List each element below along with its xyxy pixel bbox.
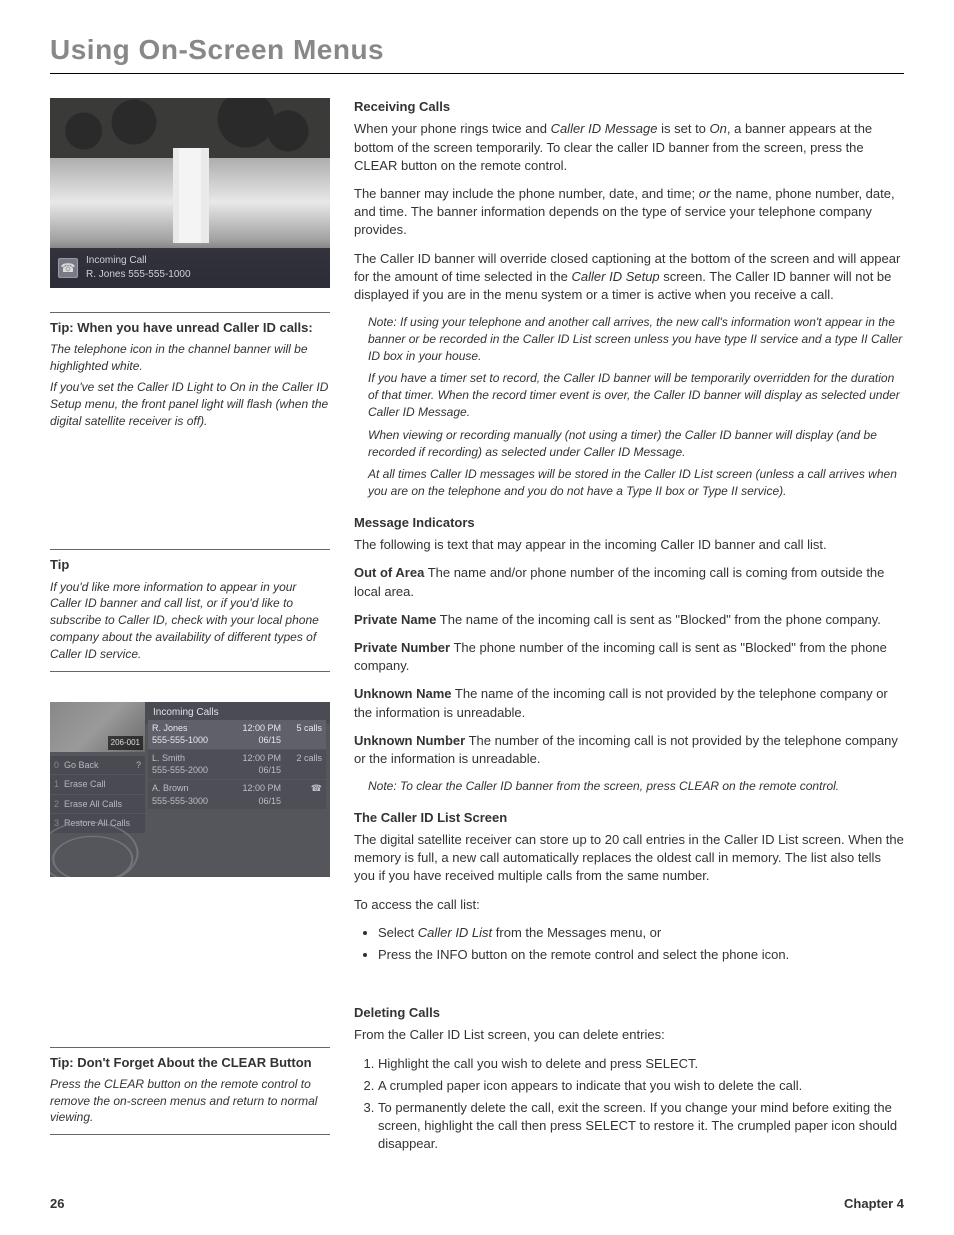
list-item: A crumpled paper icon appears to indicat… — [378, 1077, 904, 1095]
banner-line1: Incoming Call — [86, 254, 191, 268]
list-item: Select Caller ID List from the Messages … — [378, 924, 904, 942]
tip-text: The telephone icon in the channel banner… — [50, 341, 330, 375]
tip-more-info: Tip If you'd like more information to ap… — [50, 549, 330, 671]
note-block: Note: If using your telephone and anothe… — [368, 314, 904, 500]
heading-deleting-calls: Deleting Calls — [354, 1004, 904, 1022]
indicator-item: Unknown Name The name of the incoming ca… — [354, 685, 904, 721]
title-rule — [50, 73, 904, 74]
heading-receiving-calls: Receiving Calls — [354, 98, 904, 116]
tip-heading: Tip — [50, 556, 330, 574]
body-text: The Caller ID banner will override close… — [354, 250, 904, 305]
body-text: The digital satellite receiver can store… — [354, 831, 904, 886]
body-text: The following is text that may appear in… — [354, 536, 904, 554]
phone-icon: ☎ — [311, 783, 322, 793]
screenshot-waterfall: ☎ Incoming Call R. Jones 555-555-1000 — [50, 98, 330, 288]
indicator-item: Private Name The name of the incoming ca… — [354, 611, 904, 629]
tip-text: Press the CLEAR button on the remote con… — [50, 1076, 330, 1126]
list-item: To permanently delete the call, exit the… — [378, 1099, 904, 1154]
heading-message-indicators: Message Indicators — [354, 514, 904, 532]
tip-unread-calls: Tip: When you have unread Caller ID call… — [50, 312, 330, 429]
indicator-item: Unknown Number The number of the incomin… — [354, 732, 904, 768]
tip-heading: Tip: When you have unread Caller ID call… — [50, 319, 330, 337]
page-number: 26 — [50, 1195, 64, 1213]
sidebar-go-back: 0Go Back? — [50, 756, 145, 775]
note-text: Note: To clear the Caller ID banner from… — [368, 778, 904, 795]
tip-text: If you'd like more information to appear… — [50, 579, 330, 663]
tip-clear-button: Tip: Don't Forget About the CLEAR Button… — [50, 1047, 330, 1136]
list-item: Highlight the call you wish to delete an… — [378, 1055, 904, 1073]
list-item: Press the INFO button on the remote cont… — [378, 946, 904, 964]
note-text: When viewing or recording manually (not … — [368, 427, 904, 461]
heading-caller-id-list: The Caller ID List Screen — [354, 809, 904, 827]
tip-heading: Tip: Don't Forget About the CLEAR Button — [50, 1054, 330, 1072]
call-row: R. Jones555-555-1000 12:00 PM06/15 5 cal… — [148, 720, 326, 749]
note-text: At all times Caller ID messages will be … — [368, 466, 904, 500]
indicator-item: Private Number The phone number of the i… — [354, 639, 904, 675]
body-text: To access the call list: — [354, 896, 904, 914]
indicator-item: Out of Area The name and/or phone number… — [354, 564, 904, 600]
body-text: The banner may include the phone number,… — [354, 185, 904, 240]
note-text: If you have a timer set to record, the C… — [368, 370, 904, 420]
body-text: From the Caller ID List screen, you can … — [354, 1026, 904, 1044]
body-text: When your phone rings twice and Caller I… — [354, 120, 904, 175]
channel-number: 206-001 — [108, 736, 143, 749]
call-row: A. Brown555-555-3000 12:00 PM06/15 ☎ — [148, 780, 326, 809]
banner-line2: R. Jones 555-555-1000 — [86, 268, 191, 282]
sidebar-erase-call: 1Erase Call — [50, 775, 145, 794]
chapter-label: Chapter 4 — [844, 1195, 904, 1213]
screenshot-call-list: 206-001 Incoming Calls 0Go Back? 1Erase … — [50, 702, 330, 877]
tip-text: If you've set the Caller ID Light to On … — [50, 379, 330, 429]
note-block: Note: To clear the Caller ID banner from… — [368, 778, 904, 795]
sidebar-erase-all: 2Erase All Calls — [50, 795, 145, 814]
note-text: Note: If using your telephone and anothe… — [368, 314, 904, 364]
call-row: L. Smith555-555-2000 12:00 PM06/15 2 cal… — [148, 750, 326, 779]
phone-icon: ☎ — [58, 258, 78, 278]
page-title: Using On-Screen Menus — [50, 30, 904, 69]
